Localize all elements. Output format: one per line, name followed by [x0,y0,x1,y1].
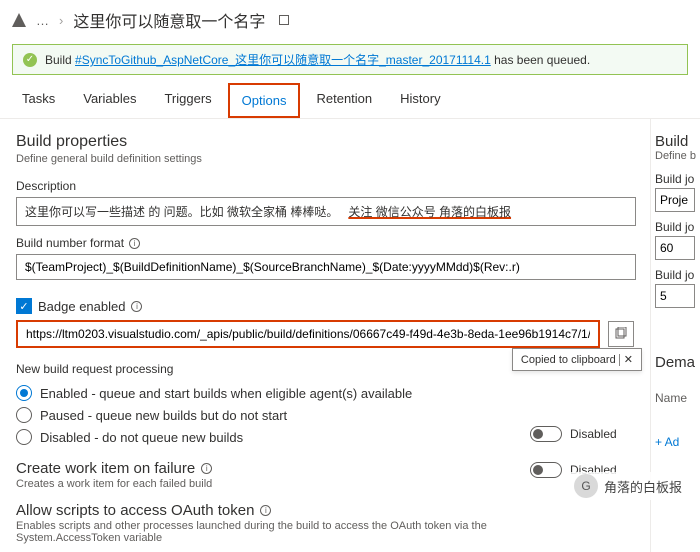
breadcrumb-ellipsis[interactable]: … [36,13,49,28]
watermark-icon: G [574,474,598,498]
right-bjt-input[interactable] [655,236,695,260]
status-bar: ✓ Build #SyncToGithub_AspNetCore_这里你可以随意… [12,44,688,75]
toggle-label: Disabled [570,427,617,441]
success-icon: ✓ [23,53,37,67]
tab-options[interactable]: Options [228,83,301,118]
right-build-title: Build [651,133,700,150]
add-demand-link[interactable]: + Ad [651,435,700,449]
breadcrumb: … › 这里你可以随意取一个名字 [0,0,700,40]
copy-button[interactable] [608,321,634,347]
description-label: Description [16,179,634,193]
badge-url-input[interactable] [16,320,600,348]
oauth-title: Allow scripts to access OAuth token i [16,502,634,519]
tab-variables[interactable]: Variables [71,83,148,118]
radio-enabled-label: Enabled - queue and start builds when el… [40,386,412,401]
info-icon[interactable]: i [201,463,212,474]
info-icon[interactable]: i [131,301,142,312]
badge-enabled-checkbox[interactable]: ✓ [16,298,32,314]
radio-disabled-label: Disabled - do not queue new builds [40,430,243,445]
page-title: 这里你可以随意取一个名字 [73,8,265,32]
status-build-link[interactable]: #SyncToGithub_AspNetCore_这里你可以随意取一个名字_ma… [75,53,491,67]
tab-history[interactable]: History [388,83,452,118]
description-input[interactable]: 这里你可以写一些描述 的 问题。比如 微软全家桶 棒棒哒。 关注 微信公众号 角… [16,197,636,226]
build-properties-subtitle: Define general build definition settings [16,153,634,165]
right-bjc-input[interactable] [655,284,695,308]
watermark: G 角落的白板报 [568,472,688,500]
badge-enabled-label: Badge enabled [38,299,125,314]
demands-name-col: Name [651,391,700,405]
demands-title: Dema [651,354,700,371]
radio-paused-label: Paused - queue new builds but do not sta… [40,408,287,423]
tab-retention[interactable]: Retention [304,83,384,118]
project-icon [12,13,26,27]
tab-tasks[interactable]: Tasks [10,83,67,118]
copy-icon [614,327,628,341]
breadcrumb-separator: › [59,13,63,28]
oauth-toggle[interactable] [530,462,562,478]
oauth-subtitle: Enables scripts and other processes laun… [16,520,516,544]
create-workitem-toggle[interactable] [530,426,562,442]
radio-paused[interactable]: Paused - queue new builds but do not sta… [16,404,634,426]
build-properties-title: Build properties [16,133,634,151]
watermark-text: 角落的白板报 [604,477,682,496]
build-number-format-input[interactable] [16,254,636,280]
right-bja-label: Build jo [651,172,700,186]
info-icon[interactable]: i [129,238,140,249]
right-build-sub: Define b [651,150,700,162]
radio-enabled[interactable]: Enabled - queue and start builds when el… [16,382,634,404]
tab-triggers[interactable]: Triggers [152,83,223,118]
right-bjt-label: Build jo [651,220,700,234]
status-text: Build #SyncToGithub_AspNetCore_这里你可以随意取一… [45,51,590,68]
copied-tooltip: Copied to clipboard ✕ [512,348,642,371]
build-number-format-label: Build number format i [16,236,634,250]
create-workitem-subtitle: Creates a work item for each failed buil… [16,478,634,490]
tab-bar: Tasks Variables Triggers Options Retenti… [0,83,700,119]
edit-icon[interactable] [279,15,289,25]
right-bjc-label: Build jo [651,268,700,282]
info-icon[interactable]: i [260,505,271,516]
right-bja-input[interactable] [655,188,695,212]
